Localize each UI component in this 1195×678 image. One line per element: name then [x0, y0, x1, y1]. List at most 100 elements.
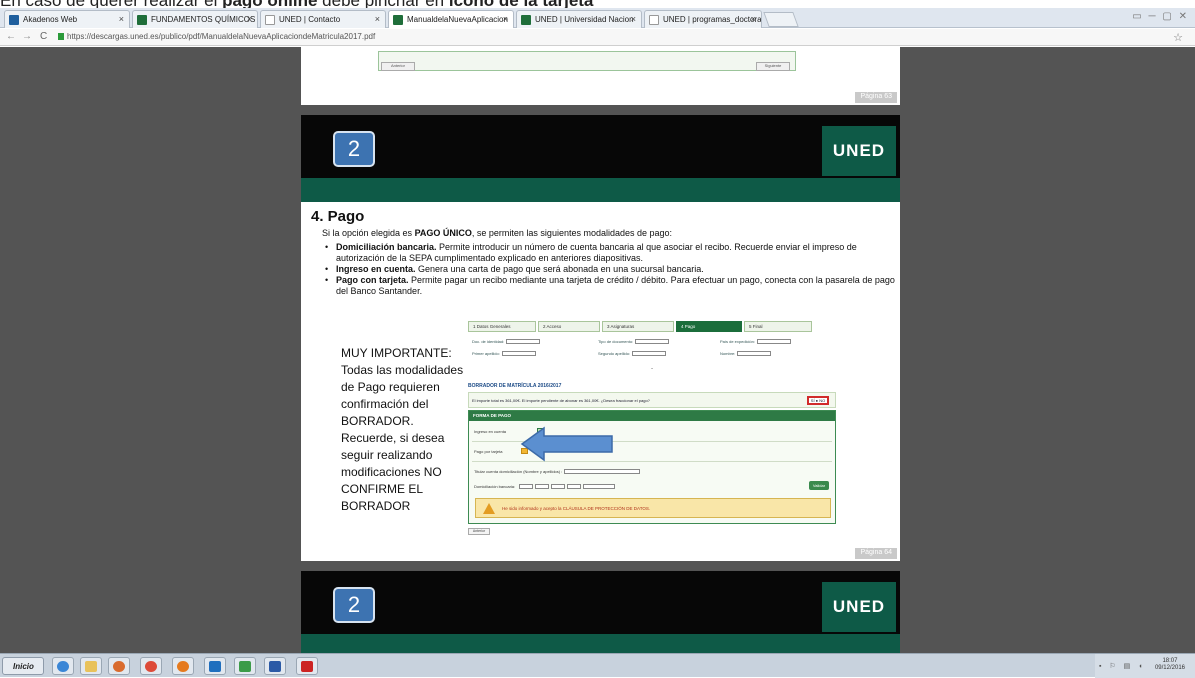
slide-heading: 4. Pago — [311, 208, 365, 225]
firefox-icon[interactable] — [172, 657, 194, 675]
warning-text: He sido informado y acepto la CLÁUSULA D… — [502, 506, 651, 511]
tab-fundamentos[interactable]: FUNDAMENTOS QUÍMICOS × — [132, 10, 258, 28]
favicon-icon — [9, 15, 19, 25]
slide-page-64: 2 UNED 4. Pago Si la opción elegida es P… — [301, 115, 900, 561]
lock-icon — [58, 33, 64, 40]
section-number-badge: 2 — [333, 131, 375, 167]
intro-bold: PAGO ÚNICO — [414, 228, 472, 238]
input-box — [583, 484, 616, 490]
field-label: Segundo apellido: — [598, 351, 667, 357]
tab-bar: Akadenos Web × FUNDAMENTOS QUÍMICOS × UN… — [0, 8, 1195, 28]
close-icon[interactable]: × — [247, 14, 252, 24]
clock-time: 18:07 — [1162, 658, 1178, 664]
window-controls[interactable]: ▭ ─ ▢ ✕ — [1132, 11, 1189, 22]
forma-de-pago-header: FORMA DE PAGO — [469, 411, 835, 421]
url-text: https://descargas.uned.es/publico/pdf/Ma… — [67, 32, 376, 41]
bullet-text: Permite pagar un recibo mediante una tar… — [336, 275, 895, 296]
domiciliacion-label-text: Domiciliación bancaria: — [474, 484, 516, 489]
warning-box: He sido informado y acepto la CLÁUSULA D… — [475, 498, 831, 518]
address-bar: ← → C https://descargas.uned.es/publico/… — [0, 29, 1195, 46]
titular-label-text: Titular cuenta domiciliación (Nombre y a… — [474, 469, 563, 474]
tab-programas[interactable]: UNED | programas_doctora × — [644, 10, 762, 28]
favicon-icon — [393, 15, 403, 25]
clock[interactable]: 18:07 09/12/2016 — [1155, 658, 1185, 672]
intro-suffix: , se permiten las siguientes modalidades… — [471, 228, 673, 238]
reload-icon[interactable]: C — [40, 31, 47, 42]
start-button[interactable]: Inicio — [2, 657, 44, 675]
acrobat-icon[interactable] — [296, 657, 318, 675]
url-field[interactable]: https://descargas.uned.es/publico/pdf/Ma… — [58, 32, 375, 41]
input-box — [501, 351, 536, 357]
anterior-button: Anterior — [468, 528, 490, 535]
field-label-text: Tipo de documento: — [598, 339, 634, 344]
tab-label: UNED | programas_doctora — [663, 15, 762, 24]
bullet-bold: Domiciliación bancaria. — [336, 242, 437, 252]
step-item-current: 4 Pago — [676, 321, 742, 332]
field-label: Doc. de identidad: — [472, 339, 541, 345]
tab-akadenos[interactable]: Akadenos Web × — [4, 10, 130, 28]
input-box — [737, 351, 772, 357]
input-box — [519, 484, 534, 490]
new-tab-button[interactable] — [763, 12, 799, 27]
chrome-icon[interactable] — [140, 657, 162, 675]
clock-date: 09/12/2016 — [1154, 665, 1185, 671]
important-note: MUY IMPORTANTE: Todas las modalidades de… — [341, 346, 464, 513]
borrador-title: BORRADOR DE MATRÍCULA 2016/2017 — [468, 383, 562, 389]
tab-label: UNED | Universidad Nacion — [535, 15, 634, 24]
pdf-viewer[interactable]: Anterior Siguiente Página 63 2 UNED 4. P… — [0, 47, 1195, 653]
field-label-text: Segundo apellido: — [598, 351, 631, 356]
titular-label: Titular cuenta domiciliación (Nombre y a… — [474, 469, 641, 475]
importe-text: El importe total es 361,00€. El importe … — [472, 398, 650, 403]
field-label: Tipo de documento: — [598, 339, 670, 345]
tab-label: ManualdelaNuevaAplicacion — [407, 15, 508, 24]
input-box — [564, 469, 641, 475]
tab-label: FUNDAMENTOS QUÍMICOS — [151, 15, 256, 24]
tab-manual[interactable]: ManualdelaNuevaAplicacion × — [388, 10, 514, 28]
tab-uned-universidad[interactable]: UNED | Universidad Nacion × — [516, 10, 642, 28]
close-icon[interactable]: × — [751, 14, 756, 24]
siguiente-button: Siguiente — [756, 62, 790, 71]
previous-page: Anterior Siguiente Página 63 — [301, 47, 900, 105]
option-ingreso-label: Ingreso en cuenta — [474, 429, 507, 434]
bullet-bold: Ingreso en cuenta. — [336, 264, 416, 274]
close-icon[interactable]: × — [119, 14, 124, 24]
outlook-icon[interactable] — [204, 657, 226, 675]
intro-prefix: Si la opción elegida es — [322, 228, 415, 238]
system-tray: ▪ ⚐ ▤ ◖ 18:07 09/12/2016 — [1095, 654, 1195, 678]
field-label: Nombre: — [720, 351, 772, 357]
input-box — [632, 351, 667, 357]
tab-contacto[interactable]: UNED | Contacto × — [260, 10, 386, 28]
field-label-text: Nombre: — [720, 351, 736, 356]
tray-icons[interactable]: ▪ ⚐ ▤ ◖ — [1099, 662, 1145, 670]
taskbar: Inicio ▪ ⚐ ▤ ◖ 18:07 09/12/2016 — [0, 653, 1195, 678]
anterior-button: Anterior — [381, 62, 415, 71]
back-icon[interactable]: ← — [6, 31, 16, 42]
close-icon[interactable]: × — [631, 14, 636, 24]
close-icon[interactable]: × — [375, 14, 380, 24]
option-tarjeta-label: Pago por tarjeta — [474, 449, 503, 454]
bullet-bold: Pago con tarjeta. — [336, 275, 409, 285]
list-item: Ingreso en cuenta. Genera una carta de p… — [322, 264, 897, 275]
domiciliacion-label: Domiciliación bancaria: — [474, 484, 616, 490]
slide-header-stripe — [301, 178, 900, 202]
page-label: Página 64 — [855, 548, 897, 559]
tab-label: Akadenos Web — [23, 15, 78, 24]
slide-header — [301, 571, 900, 634]
input-box — [506, 339, 541, 345]
next-slide: 2 UNED — [301, 571, 900, 653]
importe-bar: El importe total es 361,00€. El importe … — [468, 392, 836, 408]
folder-icon[interactable] — [80, 657, 102, 675]
media-icon[interactable] — [108, 657, 130, 675]
step-item: 1 Datos Generales — [468, 321, 536, 332]
field-label: Primer apellido: — [472, 351, 536, 357]
bookmark-star-icon[interactable]: ☆ — [1173, 31, 1183, 44]
favicon-icon — [521, 15, 531, 25]
payment-methods-list: Domiciliación bancaria. Permite introduc… — [322, 242, 897, 297]
close-icon[interactable]: × — [503, 14, 508, 24]
favicon-icon — [137, 15, 147, 25]
forward-icon[interactable]: → — [22, 31, 32, 42]
app-green-icon[interactable] — [234, 657, 256, 675]
word-icon[interactable] — [264, 657, 286, 675]
form-panel — [378, 51, 796, 71]
ie-icon[interactable] — [52, 657, 74, 675]
